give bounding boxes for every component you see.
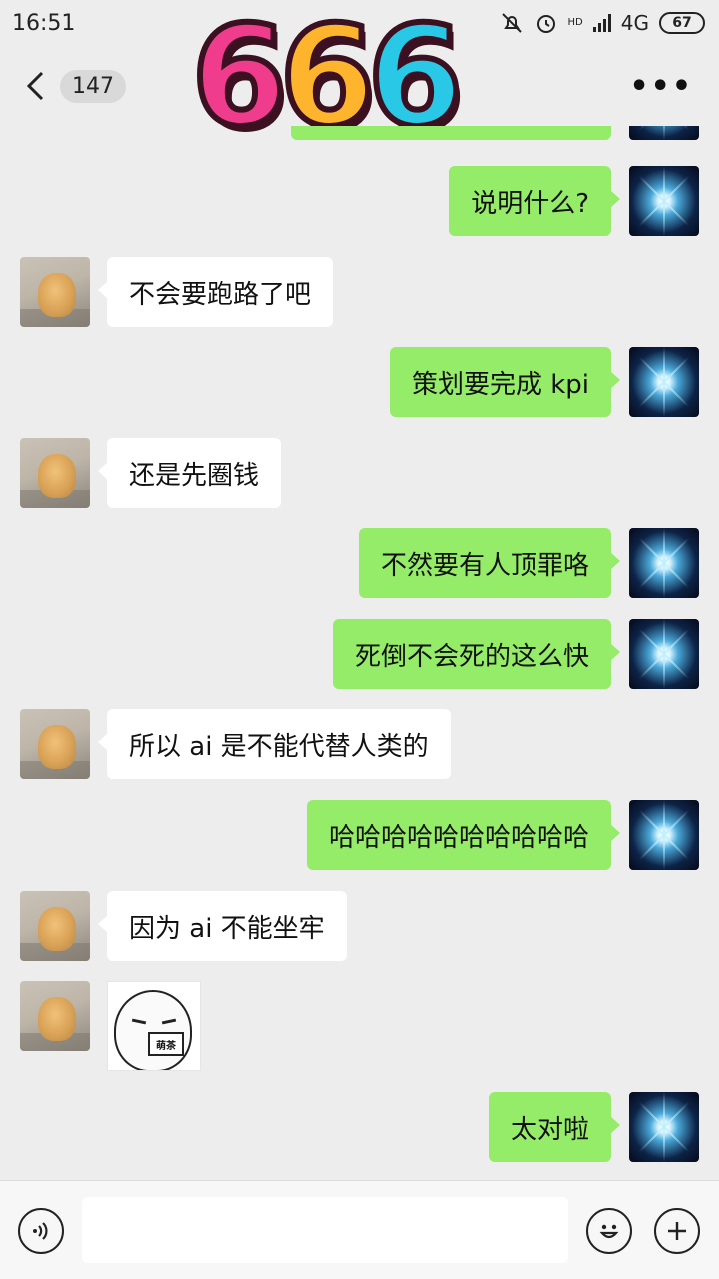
contact-avatar[interactable]	[20, 438, 90, 508]
status-icons: HD 4G 67	[500, 11, 705, 35]
message-bubble-partial[interactable]	[291, 126, 611, 140]
my-avatar[interactable]	[629, 347, 699, 417]
input-bar	[0, 1180, 719, 1279]
sticker-face	[114, 990, 192, 1070]
message-bubble[interactable]: 说明什么?	[449, 166, 620, 236]
contact-avatar[interactable]	[20, 891, 90, 961]
message-bubble[interactable]: 因为 ai 不能坐牢	[98, 891, 347, 961]
alarm-icon	[536, 15, 555, 33]
my-avatar[interactable]	[629, 166, 699, 236]
network-label: 4G	[620, 11, 649, 35]
status-bar: 16:51 HD 4G 67	[0, 0, 719, 46]
message-bubble[interactable]: 还是先圈钱	[97, 438, 282, 508]
sticker-message[interactable]: 萌茶	[107, 981, 201, 1071]
battery-icon: 67	[659, 12, 705, 34]
message-bubble[interactable]: 策划要完成 kpi	[389, 347, 621, 417]
signal-icon	[592, 14, 611, 32]
hd-label: HD	[567, 17, 583, 28]
sticker-tea-cup: 萌茶	[148, 1032, 184, 1056]
message-row: 不然要有人顶罪咯	[0, 528, 719, 598]
message-row: 所以 ai 是不能代替人类的	[0, 709, 719, 779]
contact-avatar[interactable]	[20, 257, 90, 327]
my-avatar[interactable]	[629, 800, 699, 870]
message-bubble[interactable]: 所以 ai 是不能代替人类的	[98, 709, 451, 779]
chat-message-list[interactable]: 说明什么? 不会要跑路了吧 策划要完成 kpi 还是先圈钱 不然要有人顶罪咯 死…	[0, 126, 719, 1180]
voice-icon[interactable]	[18, 1208, 64, 1254]
back-group[interactable]: 147	[26, 69, 126, 103]
my-avatar[interactable]	[629, 528, 699, 598]
message-row: 死倒不会死的这么快	[0, 619, 719, 689]
message-row: 不会要跑路了吧	[0, 257, 719, 327]
my-avatar[interactable]	[629, 126, 699, 140]
chat-header: 147 •••	[0, 46, 719, 126]
message-row: 萌茶	[0, 981, 719, 1071]
message-row: 因为 ai 不能坐牢	[0, 891, 719, 961]
back-arrow-icon[interactable]	[26, 71, 50, 101]
plus-icon[interactable]	[654, 1208, 700, 1254]
message-row: 还是先圈钱	[0, 438, 719, 508]
message-row	[0, 126, 719, 140]
battery-level: 67	[672, 15, 692, 31]
message-bubble[interactable]: 不然要有人顶罪咯	[358, 528, 621, 598]
message-row: 哈哈哈哈哈哈哈哈哈哈	[0, 800, 719, 870]
message-row: 太对啦	[0, 1092, 719, 1162]
status-time: 16:51	[12, 10, 76, 36]
message-bubble[interactable]: 不会要跑路了吧	[97, 257, 334, 327]
more-options-icon[interactable]: •••	[629, 69, 693, 104]
contact-avatar[interactable]	[20, 709, 90, 779]
message-bubble[interactable]: 哈哈哈哈哈哈哈哈哈哈	[306, 800, 621, 870]
message-bubble[interactable]: 太对啦	[488, 1092, 621, 1162]
message-input[interactable]	[82, 1197, 568, 1263]
my-avatar[interactable]	[629, 1092, 699, 1162]
bell-off-icon	[501, 13, 522, 33]
my-avatar[interactable]	[629, 619, 699, 689]
message-bubble[interactable]: 死倒不会死的这么快	[332, 619, 621, 689]
emoji-icon[interactable]	[586, 1208, 632, 1254]
message-row: 说明什么?	[0, 166, 719, 236]
contact-avatar[interactable]	[20, 981, 90, 1051]
unread-count-badge[interactable]: 147	[60, 69, 126, 103]
message-row: 策划要完成 kpi	[0, 347, 719, 417]
